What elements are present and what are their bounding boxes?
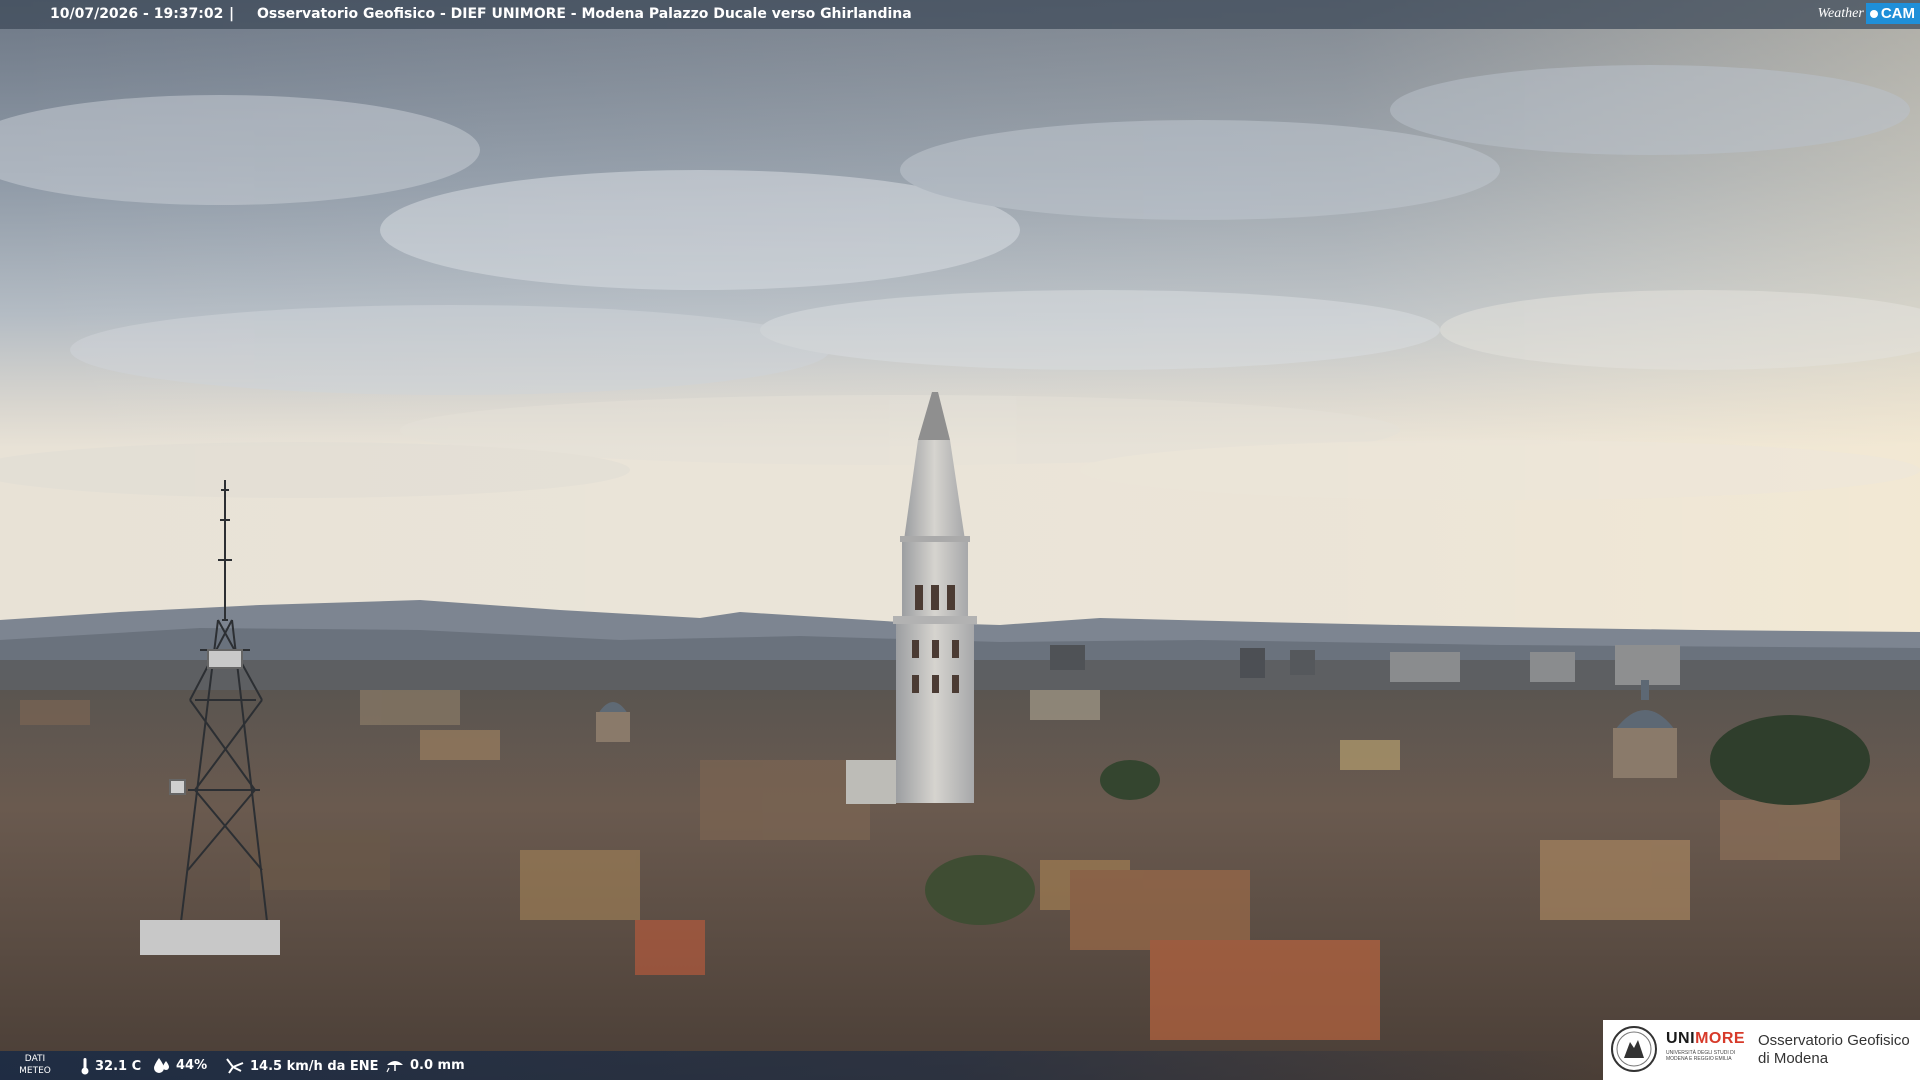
weathercam-logo: Weather CAM: [1815, 0, 1920, 27]
temperature-reading: 32.1 C: [80, 1057, 141, 1075]
university-name: UNIMORE: [1666, 1030, 1745, 1048]
weather-data-label-line2: METEO: [19, 1066, 51, 1076]
temperature-value: 32.1 C: [95, 1058, 142, 1074]
observatory-name-line1: Osservatorio Geofisico: [1758, 1032, 1910, 1049]
rain-value: 0.0 mm: [410, 1057, 465, 1073]
weathercam-logo-badge-text: CAM: [1880, 5, 1915, 22]
observatory-name: Osservatorio Geofisico di Modena: [1758, 1032, 1910, 1068]
camera-caption: Osservatorio Geofisico - DIEF UNIMORE - …: [257, 6, 912, 22]
weather-data-label-line1: DATI: [24, 1054, 46, 1064]
university-name-accent: MORE: [1695, 1030, 1746, 1047]
wind-reading: 14.5 km/h da ENE: [225, 1057, 379, 1075]
humidity-reading: 44%: [153, 1057, 207, 1073]
university-subtitle: UNIVERSITÀ DEGLI STUDI DI MODENA E REGGI…: [1666, 1050, 1736, 1062]
humidity-drop-icon: [154, 1058, 169, 1073]
weathercam-logo-word: Weather: [1817, 5, 1864, 21]
university-seal-icon: [1611, 1026, 1657, 1072]
caption-separator: |: [229, 6, 235, 22]
weather-data-bar: DATI METEO 32.1 C 44% 14.5 km/h da ENE 0…: [0, 1051, 1600, 1080]
rain-icon: [386, 1061, 403, 1073]
thermometer-icon: [81, 1058, 89, 1075]
camera-lens-icon: [1869, 9, 1878, 18]
webcam-scene: [0, 0, 1920, 1080]
weathercam-logo-badge: CAM: [1865, 3, 1920, 24]
wind-icon: [226, 1058, 244, 1074]
observatory-name-line2: di Modena: [1758, 1050, 1829, 1067]
caption-bar: 10/07/2026 - 19:37:02 | Osservatorio Geo…: [0, 0, 1920, 29]
unimore-logo: UNIMORE UNIVERSITÀ DEGLI STUDI DI MODENA…: [1603, 1020, 1920, 1080]
weather-data-label: DATI METEO: [14, 1053, 56, 1077]
humidity-value: 44%: [176, 1057, 208, 1073]
university-name-plain: UNI: [1666, 1030, 1696, 1047]
timestamp: 10/07/2026 - 19:37:02: [50, 6, 224, 22]
wind-value: 14.5 km/h da ENE: [250, 1058, 379, 1074]
rain-reading: 0.0 mm: [385, 1057, 465, 1073]
